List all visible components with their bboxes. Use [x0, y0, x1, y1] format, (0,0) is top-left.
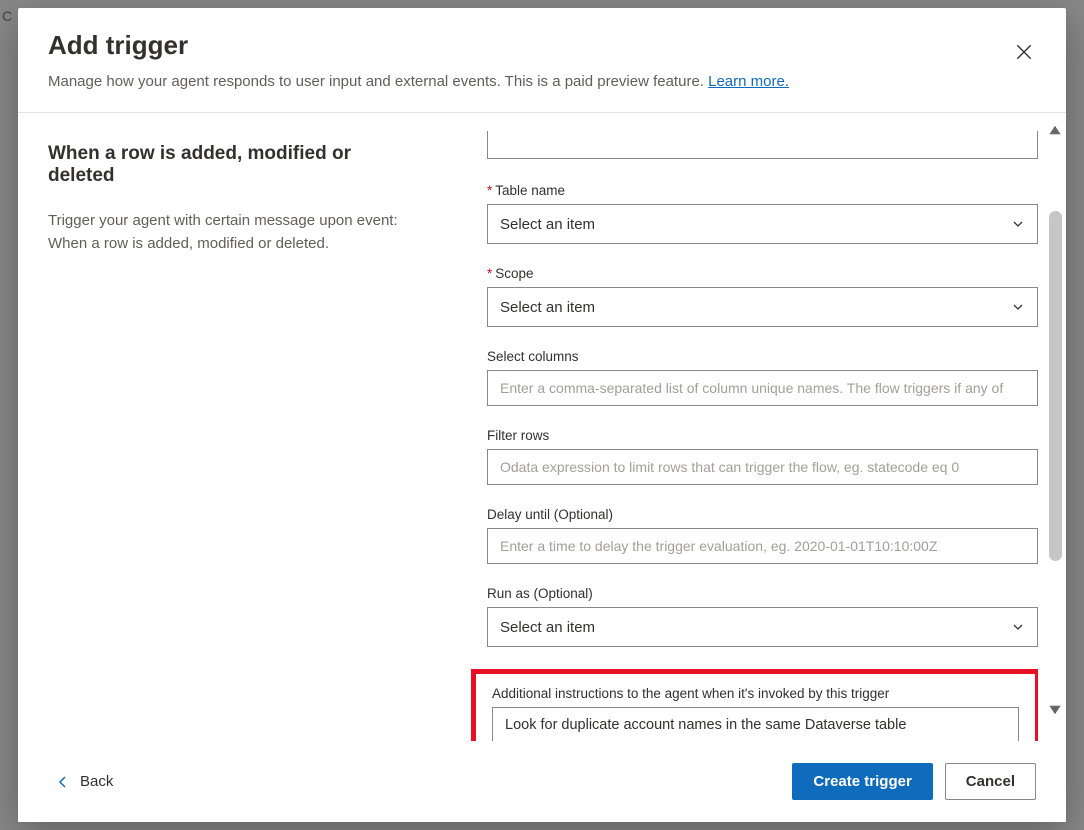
modal-body: When a row is added, modified or deleted…: [18, 113, 1066, 741]
scope-group: *Scope Select an item: [487, 266, 1038, 327]
scrollbar-thumb[interactable]: [1049, 211, 1062, 561]
chevron-down-icon: [1011, 217, 1025, 231]
scope-label: *Scope: [487, 266, 1038, 281]
table-name-select[interactable]: Select an item: [487, 204, 1038, 244]
cancel-button[interactable]: Cancel: [945, 763, 1036, 800]
subtitle-text: Manage how your agent responds to user i…: [48, 73, 708, 90]
scroll-up-arrow[interactable]: [1048, 123, 1062, 137]
right-panel: *Table name Select an item *Scope Select…: [443, 113, 1066, 741]
scope-select[interactable]: Select an item: [487, 287, 1038, 327]
select-columns-input[interactable]: [487, 370, 1038, 406]
scope-placeholder: Select an item: [500, 299, 595, 316]
run-as-group: Run as (Optional) Select an item: [487, 586, 1038, 647]
select-columns-label: Select columns: [487, 349, 1038, 364]
chevron-down-icon: [1011, 620, 1025, 634]
additional-instructions-highlight: Additional instructions to the agent whe…: [471, 669, 1038, 741]
run-as-placeholder: Select an item: [500, 619, 595, 636]
back-label: Back: [80, 773, 113, 790]
back-button[interactable]: Back: [48, 767, 121, 796]
select-columns-group: Select columns: [487, 349, 1038, 406]
delay-until-label: Delay until (Optional): [487, 507, 1038, 522]
footer-actions: Create trigger Cancel: [792, 763, 1036, 800]
modal-footer: Back Create trigger Cancel: [18, 741, 1066, 822]
additional-instructions-input[interactable]: [492, 707, 1019, 741]
run-as-select[interactable]: Select an item: [487, 607, 1038, 647]
form-container: *Table name Select an item *Scope Select…: [443, 131, 1038, 741]
add-trigger-modal: Add trigger Manage how your agent respon…: [18, 8, 1066, 822]
scrollbar-track[interactable]: [1047, 141, 1064, 699]
chevron-left-icon: [56, 775, 70, 789]
delay-until-group: Delay until (Optional): [487, 507, 1038, 564]
table-name-label: *Table name: [487, 183, 1038, 198]
modal-header: Add trigger Manage how your agent respon…: [18, 8, 1066, 113]
learn-more-link[interactable]: Learn more.: [708, 73, 789, 90]
filter-rows-group: Filter rows: [487, 428, 1038, 485]
filter-rows-input[interactable]: [487, 449, 1038, 485]
create-trigger-button[interactable]: Create trigger: [792, 763, 932, 800]
partial-field-above[interactable]: [487, 131, 1038, 159]
chevron-down-icon: [1011, 300, 1025, 314]
modal-subtitle: Manage how your agent responds to user i…: [48, 71, 1036, 92]
close-icon: [1015, 43, 1033, 61]
delay-until-input[interactable]: [487, 528, 1038, 564]
left-panel: When a row is added, modified or deleted…: [18, 113, 443, 741]
additional-instructions-label: Additional instructions to the agent whe…: [492, 686, 1019, 701]
trigger-name-title: When a row is added, modified or deleted: [48, 143, 413, 187]
close-button[interactable]: [1012, 40, 1036, 64]
scroll-down-arrow[interactable]: [1048, 703, 1062, 717]
table-name-group: *Table name Select an item: [487, 183, 1038, 244]
run-as-label: Run as (Optional): [487, 586, 1038, 601]
filter-rows-label: Filter rows: [487, 428, 1038, 443]
table-name-placeholder: Select an item: [500, 216, 595, 233]
trigger-description: Trigger your agent with certain message …: [48, 209, 413, 256]
required-marker: *: [487, 266, 492, 281]
required-marker: *: [487, 183, 492, 198]
modal-title: Add trigger: [48, 30, 1036, 61]
